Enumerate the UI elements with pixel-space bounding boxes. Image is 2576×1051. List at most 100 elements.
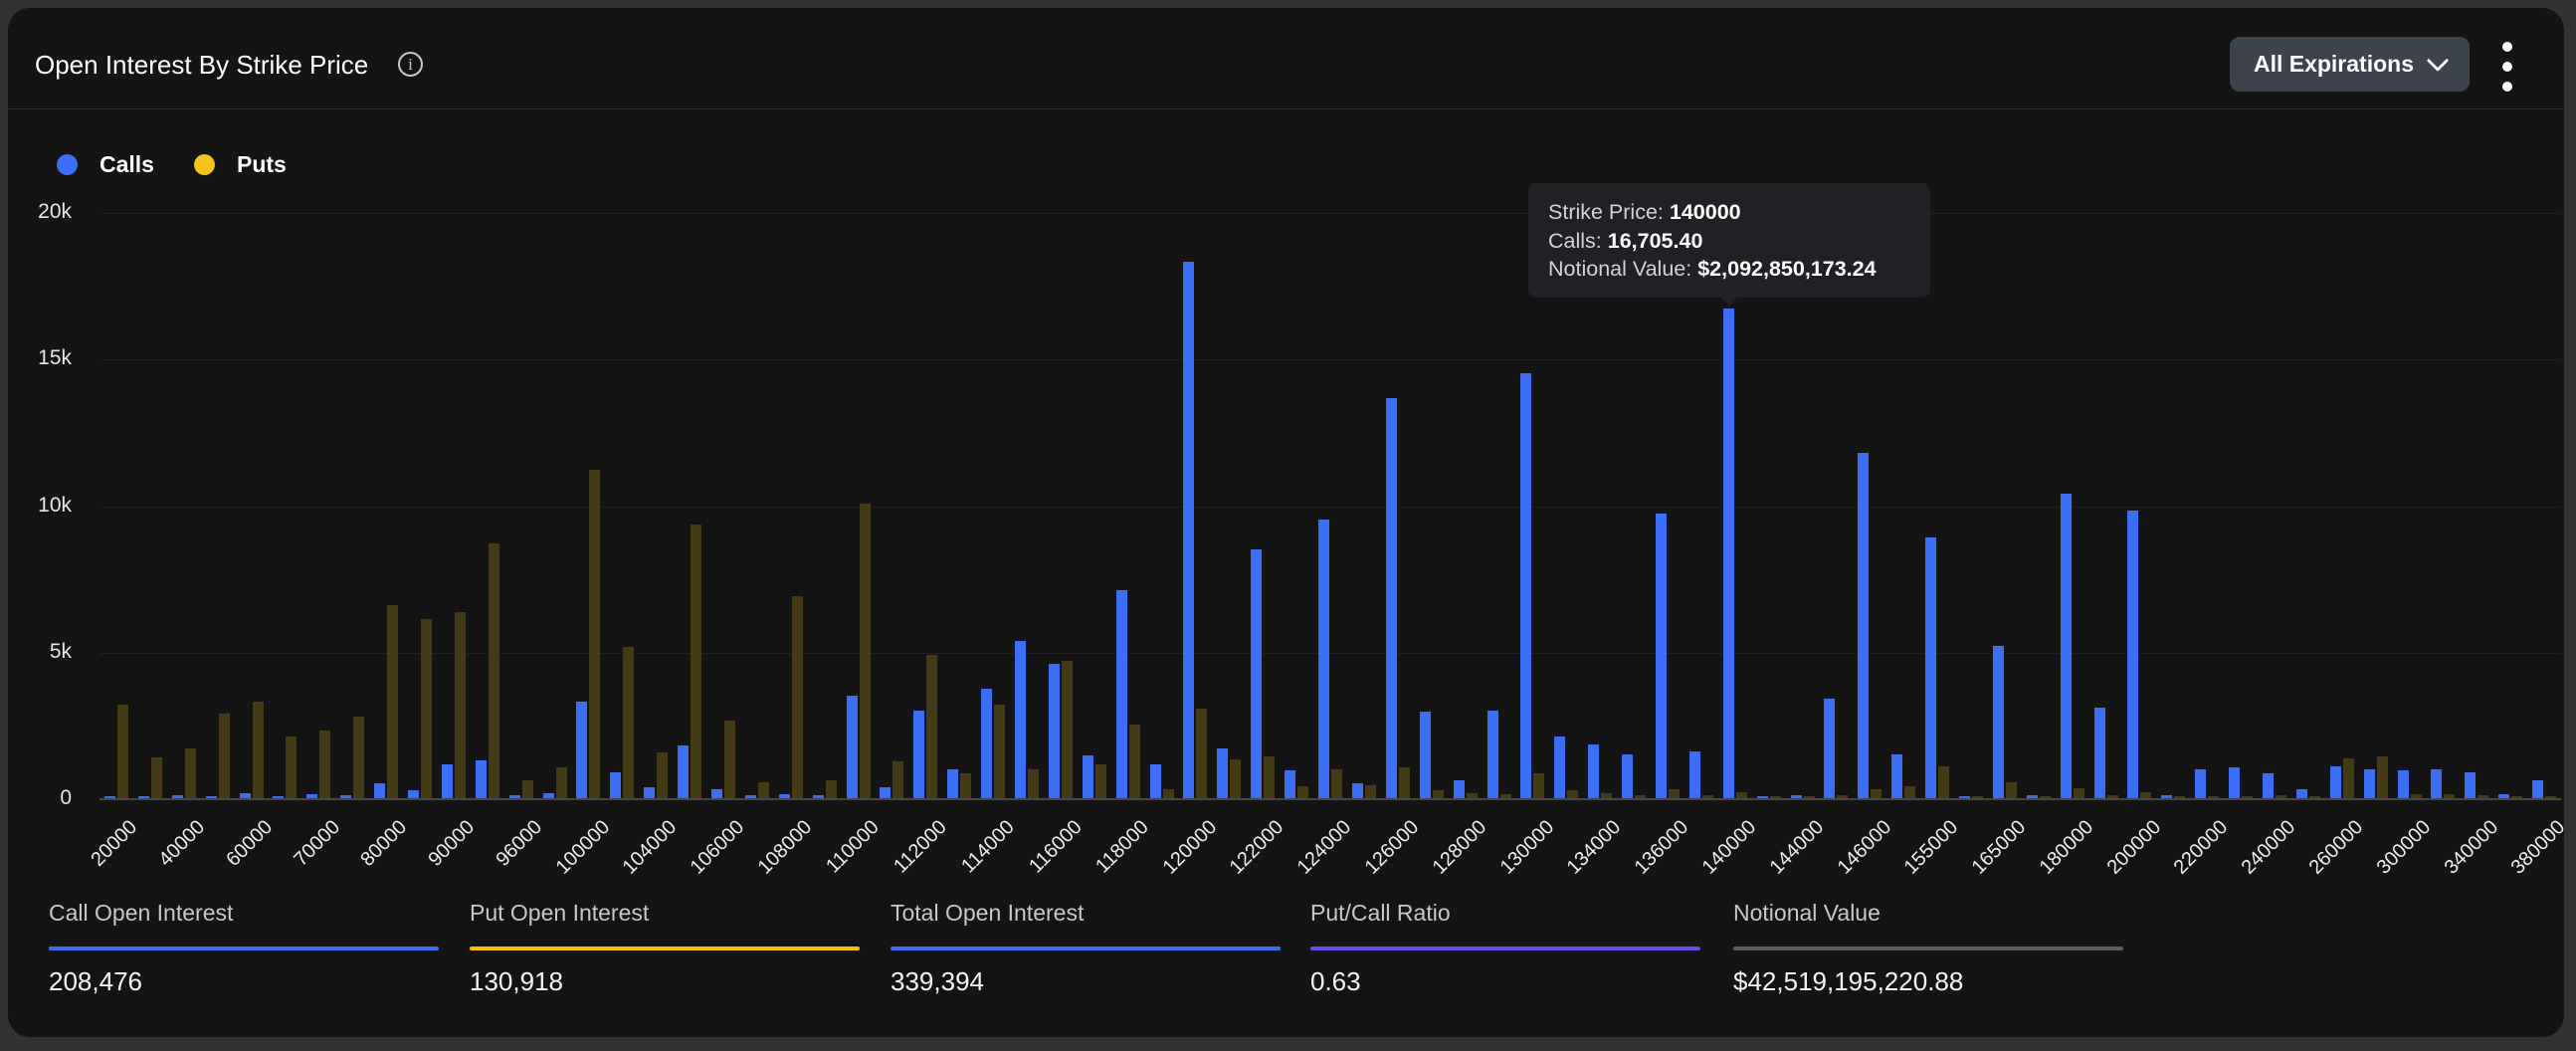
- put-bar[interactable]: [319, 731, 330, 798]
- put-bar[interactable]: [1230, 759, 1241, 798]
- put-bar[interactable]: [1804, 796, 1815, 798]
- put-bar[interactable]: [1635, 795, 1646, 798]
- put-bar[interactable]: [455, 612, 466, 798]
- call-bar[interactable]: [442, 764, 453, 798]
- put-bar[interactable]: [589, 470, 600, 798]
- put-bar[interactable]: [2545, 796, 2556, 798]
- call-bar[interactable]: [1352, 783, 1363, 798]
- put-bar[interactable]: [1601, 793, 1612, 798]
- call-bar[interactable]: [913, 711, 924, 798]
- call-bar[interactable]: [240, 793, 251, 798]
- call-bar[interactable]: [306, 794, 317, 798]
- call-bar[interactable]: [2061, 494, 2072, 798]
- put-bar[interactable]: [1467, 793, 1478, 798]
- call-bar[interactable]: [2532, 780, 2543, 798]
- put-bar[interactable]: [1163, 789, 1174, 798]
- call-bar[interactable]: [1656, 514, 1667, 798]
- put-bar[interactable]: [1433, 790, 1444, 798]
- put-bar[interactable]: [1129, 725, 1140, 798]
- call-bar[interactable]: [2296, 789, 2307, 798]
- put-bar[interactable]: [2511, 796, 2522, 798]
- put-bar[interactable]: [2377, 756, 2388, 798]
- call-bar[interactable]: [374, 783, 385, 798]
- put-bar[interactable]: [623, 647, 634, 798]
- call-bar[interactable]: [947, 769, 958, 798]
- call-bar[interactable]: [1150, 764, 1161, 798]
- put-bar[interactable]: [1331, 769, 1342, 798]
- put-bar[interactable]: [286, 736, 297, 798]
- put-bar[interactable]: [1669, 789, 1680, 798]
- put-bar[interactable]: [1196, 709, 1207, 798]
- put-bar[interactable]: [151, 757, 162, 798]
- put-bar[interactable]: [926, 655, 937, 798]
- call-bar[interactable]: [273, 796, 284, 798]
- call-bar[interactable]: [340, 795, 351, 798]
- call-bar[interactable]: [1015, 641, 1026, 798]
- call-bar[interactable]: [1285, 770, 1295, 798]
- put-bar[interactable]: [960, 773, 971, 798]
- put-bar[interactable]: [1095, 764, 1106, 798]
- put-bar[interactable]: [387, 605, 398, 798]
- put-bar[interactable]: [1972, 796, 1983, 798]
- call-bar[interactable]: [1116, 590, 1127, 798]
- put-bar[interactable]: [691, 525, 701, 798]
- put-bar[interactable]: [2477, 795, 2488, 798]
- put-bar[interactable]: [2006, 782, 2017, 798]
- put-bar[interactable]: [1904, 786, 1915, 798]
- put-bar[interactable]: [2411, 794, 2422, 798]
- call-bar[interactable]: [711, 789, 722, 798]
- call-bar[interactable]: [1049, 664, 1060, 799]
- put-bar[interactable]: [2343, 758, 2354, 798]
- put-bar[interactable]: [758, 782, 769, 799]
- call-bar[interactable]: [2027, 795, 2038, 799]
- call-bar[interactable]: [2330, 766, 2341, 798]
- put-bar[interactable]: [2242, 796, 2253, 798]
- put-bar[interactable]: [522, 780, 533, 798]
- call-bar[interactable]: [644, 787, 655, 798]
- put-bar[interactable]: [892, 761, 903, 798]
- put-bar[interactable]: [1297, 786, 1308, 798]
- put-bar[interactable]: [353, 717, 364, 799]
- put-bar[interactable]: [1028, 769, 1039, 798]
- call-bar[interactable]: [2465, 772, 2476, 799]
- put-bar[interactable]: [1533, 773, 1544, 798]
- call-bar[interactable]: [2431, 769, 2442, 798]
- call-bar[interactable]: [172, 795, 183, 798]
- call-bar[interactable]: [1757, 796, 1768, 798]
- call-bar[interactable]: [138, 796, 149, 798]
- call-bar[interactable]: [2263, 773, 2274, 798]
- call-bar[interactable]: [104, 796, 115, 798]
- call-bar[interactable]: [1454, 780, 1465, 798]
- put-bar[interactable]: [1062, 661, 1073, 798]
- call-bar[interactable]: [1386, 398, 1397, 798]
- put-bar[interactable]: [860, 504, 871, 798]
- call-bar[interactable]: [576, 702, 587, 798]
- call-bar[interactable]: [678, 745, 689, 798]
- put-bar[interactable]: [1871, 789, 1882, 798]
- put-bar[interactable]: [1567, 790, 1578, 798]
- call-bar[interactable]: [476, 760, 487, 798]
- call-bar[interactable]: [509, 795, 520, 799]
- call-bar[interactable]: [1723, 309, 1734, 798]
- call-bar[interactable]: [543, 793, 554, 798]
- call-bar[interactable]: [1622, 754, 1633, 798]
- call-bar[interactable]: [2229, 767, 2240, 798]
- call-bar[interactable]: [1959, 796, 1970, 798]
- put-bar[interactable]: [1399, 767, 1410, 798]
- put-bar[interactable]: [185, 748, 196, 798]
- call-bar[interactable]: [745, 795, 756, 799]
- call-bar[interactable]: [2161, 795, 2172, 799]
- call-bar[interactable]: [1251, 549, 1262, 798]
- put-bar[interactable]: [2074, 788, 2084, 798]
- put-bar[interactable]: [2174, 796, 2185, 798]
- call-bar[interactable]: [1891, 754, 1902, 798]
- put-bar[interactable]: [1702, 795, 1713, 799]
- call-bar[interactable]: [813, 795, 824, 798]
- put-bar[interactable]: [657, 752, 668, 798]
- call-bar[interactable]: [2398, 770, 2409, 798]
- call-bar[interactable]: [2498, 794, 2509, 798]
- call-bar[interactable]: [610, 772, 621, 799]
- put-bar[interactable]: [1837, 795, 1848, 798]
- put-bar[interactable]: [421, 619, 432, 798]
- call-bar[interactable]: [1420, 712, 1431, 798]
